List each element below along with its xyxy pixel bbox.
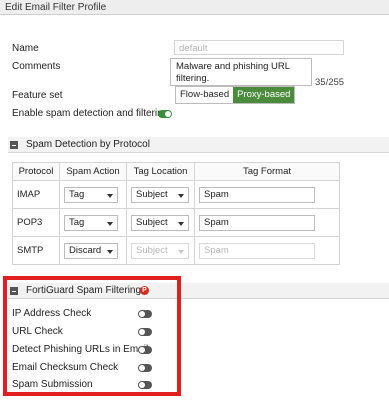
- highlight-box: [3, 276, 181, 396]
- dialog-titlebar: Edit Email Filter Profile: [0, 0, 389, 15]
- feature-flow-based-option[interactable]: Flow-based: [176, 87, 234, 103]
- tag-location-select[interactable]: Subject: [131, 186, 189, 203]
- action-cell: Tag: [59, 180, 127, 209]
- feature-set-toggle: Flow-based Proxy-based: [175, 86, 296, 104]
- select-value: Tag: [69, 216, 85, 228]
- format-cell: Spam: [194, 180, 340, 209]
- tag-format-input[interactable]: Spam: [199, 214, 315, 231]
- spam-protocol-table: Protocol Spam Action Tag Location Tag Fo…: [12, 162, 340, 265]
- spam-action-select[interactable]: Tag: [64, 186, 118, 203]
- format-cell: Spam: [194, 236, 340, 265]
- spam-action-select[interactable]: Tag: [64, 214, 118, 231]
- select-value: Discard: [69, 244, 102, 256]
- col-spam-action: Spam Action: [59, 162, 127, 181]
- tag-location-select[interactable]: Subject: [131, 214, 189, 231]
- name-label: Name: [12, 43, 39, 54]
- col-tag-format: Tag Format: [194, 162, 340, 181]
- col-tag-location: Tag Location: [126, 162, 195, 181]
- comments-text-line2: filtering.: [176, 73, 210, 84]
- feature-proxy-based-option[interactable]: Proxy-based: [233, 87, 295, 103]
- comments-label: Comments: [12, 61, 61, 72]
- select-value: Subject: [136, 188, 168, 200]
- table-row: IMAP Tag Subject Spam: [12, 180, 340, 209]
- collapse-icon: [10, 141, 18, 149]
- format-cell: Spam: [194, 208, 340, 237]
- table-row: SMTP Discard Subject Spam: [12, 236, 340, 265]
- comments-textarea[interactable]: Malware and phishing URL filtering.: [170, 58, 312, 86]
- select-value: Subject: [136, 244, 168, 256]
- select-value: Subject: [136, 216, 168, 228]
- tag-format-input: Spam: [199, 242, 315, 259]
- protocol-cell: SMTP: [12, 236, 60, 265]
- chevron-down-icon: [107, 193, 113, 198]
- chevron-down-icon: [178, 193, 184, 198]
- name-field[interactable]: default: [174, 40, 344, 55]
- chevron-down-icon: [107, 221, 113, 226]
- enable-spam-label: Enable spam detection and filtering: [12, 108, 169, 119]
- col-protocol: Protocol: [12, 162, 60, 181]
- location-cell: Subject: [126, 208, 195, 237]
- tag-format-input[interactable]: Spam: [199, 186, 315, 203]
- chevron-down-icon: [178, 249, 184, 254]
- location-cell: Subject: [126, 236, 195, 265]
- table-row: POP3 Tag Subject Spam: [12, 208, 340, 237]
- comments-text-line1: Malware and phishing URL: [176, 61, 291, 72]
- feature-set-label: Feature set: [12, 90, 63, 101]
- enable-spam-toggle[interactable]: [158, 110, 172, 118]
- protocol-cell: POP3: [12, 208, 60, 237]
- spam-detection-section-header[interactable]: Spam Detection by Protocol: [8, 137, 389, 153]
- comments-counter: 35/255: [315, 77, 345, 88]
- chevron-down-icon: [178, 221, 184, 226]
- spam-action-select[interactable]: Discard: [64, 242, 118, 259]
- location-cell: Subject: [126, 180, 195, 209]
- chevron-down-icon: [107, 249, 113, 254]
- select-value: Tag: [69, 188, 85, 200]
- table-header-row: Protocol Spam Action Tag Location Tag Fo…: [12, 162, 340, 181]
- tag-location-select: Subject: [131, 242, 189, 259]
- protocol-cell: IMAP: [12, 180, 60, 209]
- toggle-knob: [165, 111, 171, 117]
- dialog-title: Edit Email Filter Profile: [5, 2, 107, 13]
- action-cell: Discard: [59, 236, 127, 265]
- spam-detection-title: Spam Detection by Protocol: [26, 139, 150, 150]
- action-cell: Tag: [59, 208, 127, 237]
